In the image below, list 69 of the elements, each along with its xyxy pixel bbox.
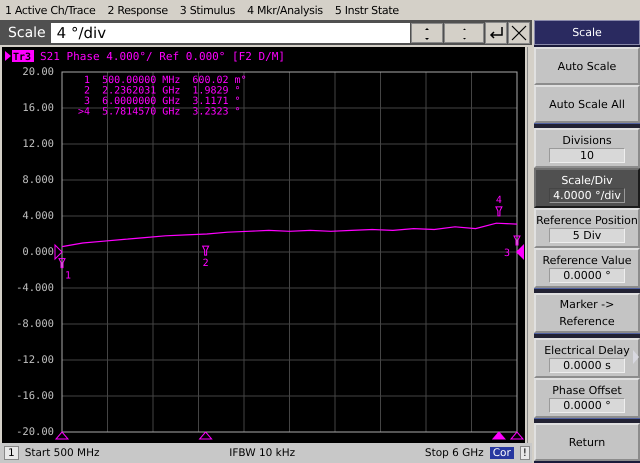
softkey-panel[interactable]: Electrical Delay 0.0000 s <box>534 338 640 378</box>
entry-field[interactable]: 4 °/div <box>50 22 410 42</box>
softkey-button[interactable]: Return <box>534 423 640 461</box>
softkey-value: 0.0000 s <box>549 358 625 372</box>
marker-flag-icon <box>513 235 521 246</box>
softkey-value: 0.0000 ° <box>549 268 625 282</box>
softkey-panel[interactable]: Phase Offset 0.0000 ° <box>534 378 640 418</box>
ifbw-label: IFBW 10 kHz <box>228 447 296 459</box>
softkey-label: Phase Offset <box>552 384 622 396</box>
y-tick-label: 8.000 <box>22 174 54 186</box>
marker-label: 3 <box>504 248 510 259</box>
menu-item[interactable]: 1 Active Ch/Trace <box>5 4 96 16</box>
marker-readout: 3 6.0000000 GHz 3.1171 ° <box>84 96 241 107</box>
y-tick-label: 4.000 <box>22 210 54 222</box>
marker-flag-icon <box>202 246 210 256</box>
softkey-panel[interactable]: Reference Value 0.0000 ° <box>534 248 640 288</box>
entry-label: Scale <box>8 24 46 40</box>
marker-label: 1 <box>64 270 72 282</box>
channel-number: 1 <box>4 446 19 460</box>
softkey-panel[interactable]: Scale/Div 4.0000 °/div <box>534 168 640 208</box>
menu-item[interactable]: 2 Response <box>107 4 168 16</box>
softkey-label: Divisions <box>562 134 612 146</box>
softkey-panel[interactable]: Divisions 10 <box>534 128 640 168</box>
softkey-label: Reference Position <box>536 214 638 226</box>
reference-arrow-icon <box>516 244 524 260</box>
y-tick-label: -16.00 <box>16 390 54 402</box>
softkey-button[interactable]: Marker -> Reference <box>534 293 640 333</box>
softkey-button[interactable]: Auto Scale <box>534 47 640 85</box>
softkey-value: 5 Div <box>549 228 625 242</box>
reference-arrow-icon <box>54 244 63 260</box>
y-tick-label: -12.00 <box>16 354 54 366</box>
close-icon[interactable] <box>508 22 530 44</box>
y-tick-label: -20.00 <box>16 426 54 438</box>
trace-display: Tr3 S21 Phase 4.000°/ Ref 0.000° [F2 D/M] 20.00 16.00 12.00 8.000 4.000 0.000 -4.000 -8.000 -12.00 -16.00 -20.00 1 500.00000 MHz 600.02 m° 2 2.2362031 GHz 1.9829 ° 3 6.0000000 GHz 3.1171 ° >4 5.7814570 GHz 3.2323 ° 1 2 3 4 <box>2 47 525 443</box>
spin-arrows-icon <box>425 28 429 40</box>
y-tick-label: 12.00 <box>22 138 54 150</box>
marker-label: 4 <box>496 194 502 206</box>
marker-readout: >4 5.7814570 GHz 3.2323 ° <box>78 106 241 118</box>
softkey-label: Reference Value <box>542 254 632 266</box>
stop-frequency: Stop 6 GHz <box>424 447 484 459</box>
y-tick-label: 20.00 <box>22 66 54 78</box>
spin-button[interactable] <box>444 22 484 42</box>
menu-item[interactable]: 5 Instr State <box>334 4 399 16</box>
softkey-panel[interactable]: Reference Position 5 Div <box>534 208 640 248</box>
softkey-label: Electrical Delay <box>544 344 630 356</box>
marker-label: 2 <box>202 258 209 270</box>
softkey-label: Scale/Div <box>561 174 613 186</box>
marker-flag-icon <box>58 258 66 268</box>
y-tick-label: -4.000 <box>16 282 54 294</box>
menu-item[interactable]: 4 Mkr/Analysis <box>247 4 323 16</box>
softkey-button[interactable]: Auto Scale All <box>534 85 640 123</box>
softkey-menu-title: Scale <box>534 20 640 45</box>
menu-item[interactable]: 3 Stimulus <box>180 4 236 16</box>
status-flag: ! <box>520 446 530 460</box>
softkey-value: 0.0000 ° <box>549 398 625 412</box>
spin-button[interactable] <box>411 22 443 42</box>
softkey-value: 4.0000 °/div <box>549 188 625 202</box>
softkey-value: 10 <box>549 148 625 162</box>
marker-flag-icon <box>495 206 503 216</box>
y-tick-label: 16.00 <box>22 102 54 114</box>
trace-header: S21 Phase 4.000°/ Ref 0.000° [F2 D/M] <box>40 50 286 63</box>
trace-tag[interactable] <box>5 50 34 62</box>
correction-badge: Cor <box>490 447 514 459</box>
marker-readout: 1 500.00000 MHz 600.02 m° <box>84 75 247 86</box>
marker-readout: 2 2.2362031 GHz 1.9829 ° <box>84 86 241 96</box>
y-tick-label: -8.000 <box>16 318 54 330</box>
enter-icon[interactable] <box>485 22 507 44</box>
y-tick-label: 0.000 <box>22 246 54 258</box>
start-frequency: Start 500 MHz <box>24 447 100 459</box>
